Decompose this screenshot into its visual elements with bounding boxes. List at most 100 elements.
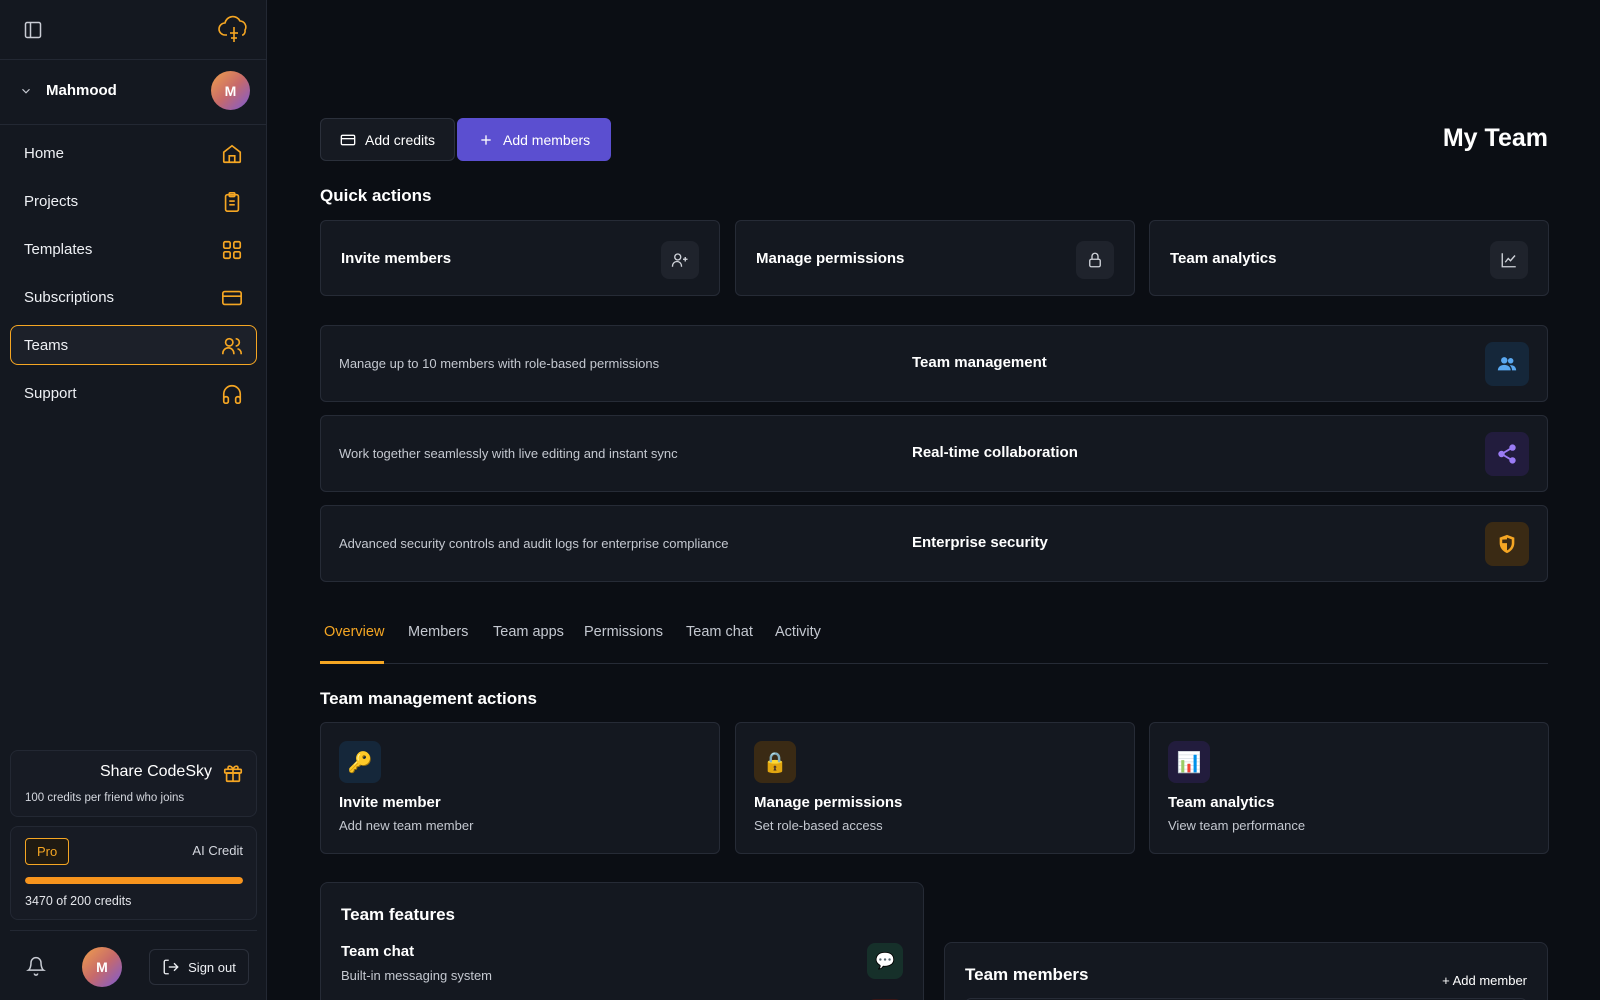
- add-members-button[interactable]: Add members: [457, 118, 612, 161]
- main-content: Add credits Add members My Team Quick ac…: [320, 0, 1549, 1000]
- sidebar-item-projects[interactable]: Projects: [10, 181, 257, 221]
- feature-item-subtitle: Built-in messaging system: [341, 968, 492, 983]
- credit-card-icon: [221, 287, 243, 309]
- bar-chart-icon: 📊: [1168, 741, 1210, 783]
- action-card-team-analytics[interactable]: 📊 Team analytics View team performance: [1149, 722, 1549, 854]
- clipboard-icon: [221, 191, 243, 213]
- sidebar-item-templates[interactable]: Templates: [10, 229, 257, 269]
- action-title: Invite member: [339, 794, 441, 811]
- plus-icon: [478, 132, 494, 148]
- bell-icon[interactable]: [26, 956, 46, 976]
- feature-title: Team management: [912, 354, 1047, 371]
- tab-team-chat[interactable]: Team chat: [686, 624, 753, 640]
- credit-card: Pro AI Credit 3470 of 200 credits: [10, 826, 257, 920]
- tab-overview[interactable]: Overview: [324, 624, 384, 640]
- sidebar: Mahmood M Home Projects Templates Subscr…: [0, 0, 267, 1000]
- sign-out-icon: [162, 958, 180, 976]
- tab-bar: Overview Members Team apps Permissions T…: [320, 606, 1548, 664]
- credit-count: 3470 of 200 credits: [25, 894, 132, 908]
- share-title: Share CodeSky: [99, 763, 212, 780]
- quick-action-team-analytics[interactable]: Team analytics: [1149, 220, 1549, 296]
- sidebar-item-label: Projects: [24, 193, 79, 210]
- users-icon: [221, 335, 243, 357]
- team-members-title: Team members: [965, 965, 1089, 984]
- plan-badge: Pro: [25, 838, 70, 865]
- shield-icon: [1485, 522, 1529, 566]
- quick-action-label: Manage permissions: [756, 250, 905, 267]
- action-title: Manage permissions: [754, 794, 903, 811]
- users-icon: [1485, 342, 1529, 386]
- add-credits-button[interactable]: Add credits: [320, 118, 456, 161]
- cloud-logo-icon: [218, 14, 252, 44]
- sidebar-item-teams[interactable]: Teams: [10, 325, 257, 365]
- sign-out-button[interactable]: Sign out: [149, 949, 249, 985]
- share-card[interactable]: Share CodeSky 100 credits per friend who…: [10, 750, 257, 817]
- feature-title: Enterprise security: [912, 534, 1048, 551]
- sidebar-header: [0, 0, 266, 60]
- feature-row-real-time-collaboration: Work together seamlessly with live editi…: [320, 415, 1548, 492]
- user-plus-icon: [661, 241, 699, 279]
- quick-action-manage-permissions[interactable]: Manage permissions: [735, 220, 1135, 296]
- add-credits-label: Add credits: [365, 131, 436, 148]
- quick-actions-title: Quick actions: [320, 186, 432, 205]
- chat-icon: 💬: [867, 943, 903, 979]
- line-chart-icon: [1490, 241, 1528, 279]
- avatar[interactable]: M: [211, 71, 250, 110]
- home-icon: [221, 143, 243, 165]
- team-features-title: Team features: [341, 905, 456, 924]
- quick-action-label: Team analytics: [1170, 250, 1277, 267]
- quick-action-label: Invite members: [341, 250, 452, 267]
- add-member-link[interactable]: + Add member: [1442, 973, 1527, 988]
- add-members-label: Add members: [503, 131, 591, 148]
- page-title: My Team: [1442, 124, 1548, 152]
- action-card-invite-member[interactable]: 🔑 Invite member Add new team member: [320, 722, 720, 854]
- credit-card-icon: [340, 132, 356, 148]
- sidebar-footer: M Sign out: [10, 930, 257, 1000]
- credit-progress-bar: [25, 877, 243, 884]
- feature-item-title: Team chat: [341, 943, 415, 960]
- sidebar-item-home[interactable]: Home: [10, 133, 257, 173]
- sidebar-item-label: Subscriptions: [24, 289, 115, 306]
- feature-row-team-management: Manage up to 10 members with role-based …: [320, 325, 1548, 402]
- sign-out-label: Sign out: [188, 959, 236, 975]
- sidebar-item-label: Home: [24, 145, 65, 162]
- ai-credit-label: AI Credit: [192, 843, 243, 858]
- avatar[interactable]: M: [82, 947, 122, 987]
- sidebar-toggle-icon[interactable]: [23, 20, 43, 40]
- user-switcher[interactable]: Mahmood M: [0, 60, 266, 125]
- management-actions-title: Team management actions: [320, 689, 537, 708]
- team-features-panel: Team features Team chat Built-in messagi…: [320, 882, 924, 1000]
- user-name: Mahmood: [46, 82, 117, 99]
- grid-icon: [221, 239, 243, 261]
- feature-title: Real-time collaboration: [912, 444, 1078, 461]
- tab-permissions[interactable]: Permissions: [584, 624, 663, 640]
- credit-progress-fill: [25, 877, 243, 884]
- feature-description: Advanced security controls and audit log…: [339, 536, 729, 551]
- tab-activity[interactable]: Activity: [775, 624, 821, 640]
- tab-team-apps[interactable]: Team apps: [493, 624, 564, 640]
- feature-row-enterprise-security: Advanced security controls and audit log…: [320, 505, 1548, 582]
- lock-icon: 🔒: [754, 741, 796, 783]
- action-subtitle: View team performance: [1168, 818, 1306, 833]
- headphones-icon: [221, 383, 243, 405]
- share-subtitle: 100 credits per friend who joins: [25, 792, 185, 804]
- sidebar-item-label: Teams: [24, 337, 69, 354]
- key-icon: 🔑: [339, 741, 381, 783]
- tab-members[interactable]: Members: [408, 624, 468, 640]
- action-card-manage-permissions[interactable]: 🔒 Manage permissions Set role-based acce…: [735, 722, 1135, 854]
- gift-icon: [222, 762, 244, 784]
- sidebar-item-label: Templates: [24, 241, 93, 258]
- quick-action-invite-members[interactable]: Invite members: [320, 220, 720, 296]
- team-members-panel: Team members + Add member: [944, 942, 1548, 1000]
- share-icon: [1485, 432, 1529, 476]
- active-tab-indicator: [320, 661, 384, 664]
- feature-description: Manage up to 10 members with role-based …: [339, 356, 660, 371]
- action-subtitle: Add new team member: [339, 818, 474, 833]
- action-title: Team analytics: [1168, 794, 1275, 811]
- feature-description: Work together seamlessly with live editi…: [339, 446, 678, 461]
- action-subtitle: Set role-based access: [754, 818, 883, 833]
- sidebar-item-subscriptions[interactable]: Subscriptions: [10, 277, 257, 317]
- sidebar-item-support[interactable]: Support: [10, 373, 257, 413]
- lock-icon: [1076, 241, 1114, 279]
- sidebar-item-label: Support: [24, 385, 77, 402]
